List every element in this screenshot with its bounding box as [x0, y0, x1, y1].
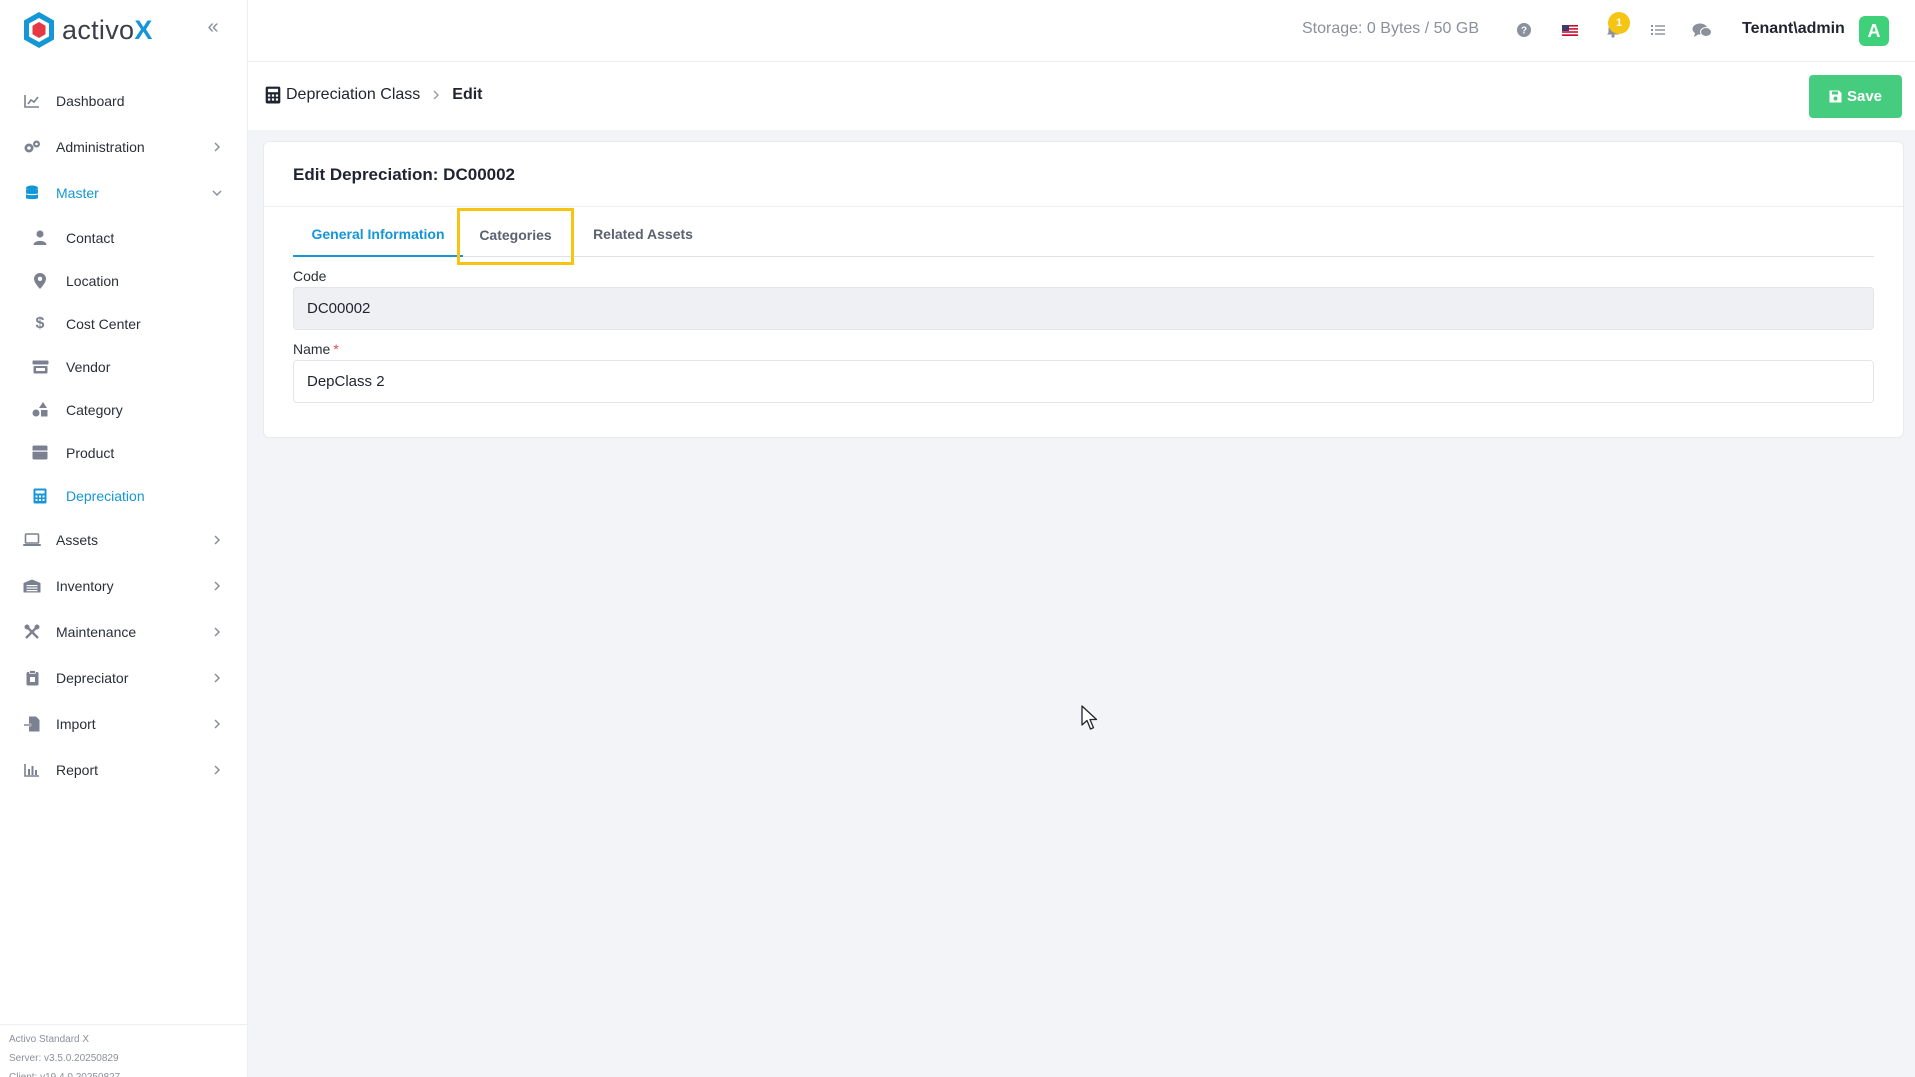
sidebar-item-label: Maintenance: [56, 624, 137, 640]
sidebar-item-depreciator[interactable]: Depreciator: [0, 655, 248, 701]
map-pin-icon: [30, 271, 50, 291]
sidebar-item-label: Master: [56, 185, 99, 201]
warehouse-icon: [22, 576, 42, 596]
store-icon: [30, 357, 50, 377]
dollar-icon: $: [35, 314, 45, 332]
chart-line-icon: [22, 91, 42, 111]
tab-related-assets[interactable]: Related Assets: [580, 212, 706, 257]
card-title: Edit Depreciation: DC00002: [293, 165, 516, 184]
code-label: Code: [293, 268, 327, 284]
chevron-down-icon: [212, 190, 222, 197]
chevron-right-icon: [214, 581, 221, 591]
tab-categories[interactable]: Categories: [457, 208, 574, 265]
task-list-icon[interactable]: [1648, 20, 1668, 40]
box-icon: [30, 443, 50, 463]
sidebar-item-assets[interactable]: Assets: [0, 517, 248, 563]
logo-text: activoX: [62, 14, 153, 45]
sidebar-subitem-label: Location: [66, 272, 119, 289]
sidebar-subitem-contact[interactable]: Contact: [0, 216, 248, 259]
chevron-right-icon: [214, 719, 221, 729]
chevron-right-icon: [214, 765, 221, 775]
name-label: Name *: [293, 341, 339, 357]
user-name[interactable]: Tenant\admin: [1742, 20, 1845, 38]
sidebar-subitem-label: Cost Center: [66, 315, 141, 332]
storage-usage: Storage: 0 Bytes / 50 GB: [1302, 20, 1479, 37]
sidebar-item-dashboard[interactable]: Dashboard: [0, 78, 248, 124]
help-icon[interactable]: ?: [1514, 20, 1534, 40]
user-icon: [30, 228, 50, 248]
laptop-icon: [22, 530, 42, 550]
sidebar-item-maintenance[interactable]: Maintenance: [0, 609, 248, 655]
shapes-icon: [30, 400, 50, 420]
clipboard-icon: [22, 668, 42, 688]
sidebar-subitem-vendor[interactable]: Vendor: [0, 345, 248, 388]
bar-chart-icon: [22, 760, 42, 780]
tab-general-information[interactable]: General Information: [293, 212, 463, 257]
chevron-right-icon: [214, 142, 221, 152]
sidebar-subitem-location[interactable]: Location: [0, 259, 248, 302]
logo-hexagon-icon: [24, 12, 54, 48]
avatar[interactable]: A: [1859, 16, 1889, 46]
sidebar-item-label: Inventory: [56, 578, 114, 594]
save-button-label: Save: [1846, 88, 1883, 105]
sidebar-subitem-label: Product: [66, 444, 115, 461]
sidebar-item-master[interactable]: Master: [0, 170, 248, 216]
app-logo[interactable]: activoX: [22, 10, 153, 50]
calculator-icon: [265, 86, 281, 104]
sidebar-item-label: Administration: [56, 139, 145, 155]
calculator-icon: [30, 486, 50, 506]
tools-icon: [22, 622, 42, 642]
sidebar-subitem-label: Category: [66, 401, 123, 418]
sidebar-subitem-product[interactable]: Product: [0, 431, 248, 474]
chat-icon[interactable]: [1692, 20, 1712, 40]
chevron-right-icon: [214, 673, 221, 683]
sidebar-item-label: Dashboard: [56, 93, 125, 109]
us-flag-icon[interactable]: [1560, 20, 1580, 40]
sidebar-subitem-category[interactable]: Category: [0, 388, 248, 431]
floppy-disk-icon: [1829, 90, 1842, 103]
product-edition: Activo Standard X: [9, 1034, 90, 1045]
sidebar-subitem-label: Depreciation: [66, 487, 145, 504]
sidebar-item-inventory[interactable]: Inventory: [0, 563, 248, 609]
edit-depreciation-card: Edit Depreciation: DC00002 General Infor…: [263, 141, 1904, 438]
chevron-right-icon: [433, 90, 440, 100]
gears-icon: [22, 137, 42, 157]
breadcrumb-root[interactable]: Depreciation Class: [286, 86, 420, 104]
sidebar-subitem-cost-center[interactable]: $ Cost Center: [0, 302, 248, 345]
notification-badge: 1: [1608, 12, 1630, 34]
sidebar-item-administration[interactable]: Administration: [0, 124, 248, 170]
sidebar: activoX « Dashboard Administration Maste…: [0, 0, 248, 1077]
sidebar-nav: Dashboard Administration Master Contact: [0, 78, 248, 793]
sidebar-item-report[interactable]: Report: [0, 747, 248, 793]
collapse-sidebar-icon[interactable]: «: [203, 17, 223, 38]
svg-text:?: ?: [1521, 26, 1527, 37]
chevron-right-icon: [214, 627, 221, 637]
save-button[interactable]: Save: [1809, 75, 1902, 118]
version-info: Activo Standard X Server: v3.5.0.2025082…: [0, 1024, 248, 1077]
chevron-right-icon: [214, 535, 221, 545]
database-icon: [22, 183, 42, 203]
client-version: Client: v19.4.0.20250827: [9, 1068, 248, 1077]
sidebar-subitem-depreciation[interactable]: Depreciation: [0, 474, 248, 517]
divider: [264, 206, 1903, 207]
sidebar-item-label: Report: [56, 762, 99, 778]
name-field[interactable]: [293, 360, 1874, 403]
sidebar-subitem-label: Vendor: [66, 358, 111, 375]
breadcrumb-current: Edit: [452, 86, 483, 103]
sidebar-item-import[interactable]: Import: [0, 701, 248, 747]
sidebar-item-label: Import: [56, 716, 96, 732]
sidebar-subitem-label: Contact: [66, 229, 115, 246]
tab-bar: General Information Categories Related A…: [293, 208, 1874, 265]
sidebar-item-label: Assets: [56, 532, 99, 548]
sidebar-item-label: Depreciator: [56, 670, 129, 686]
top-header: Storage: 0 Bytes / 50 GB ? 1 Tenant\admi…: [248, 0, 1915, 62]
server-version: Server: v3.5.0.20250829: [9, 1053, 119, 1064]
code-field[interactable]: [293, 287, 1874, 330]
mouse-cursor-icon: [1081, 705, 1098, 730]
page-header: Depreciation Class Edit Save: [248, 62, 1915, 130]
required-marker: *: [333, 341, 339, 357]
file-import-icon: [22, 714, 42, 734]
breadcrumb: Depreciation Class Edit: [264, 86, 483, 104]
